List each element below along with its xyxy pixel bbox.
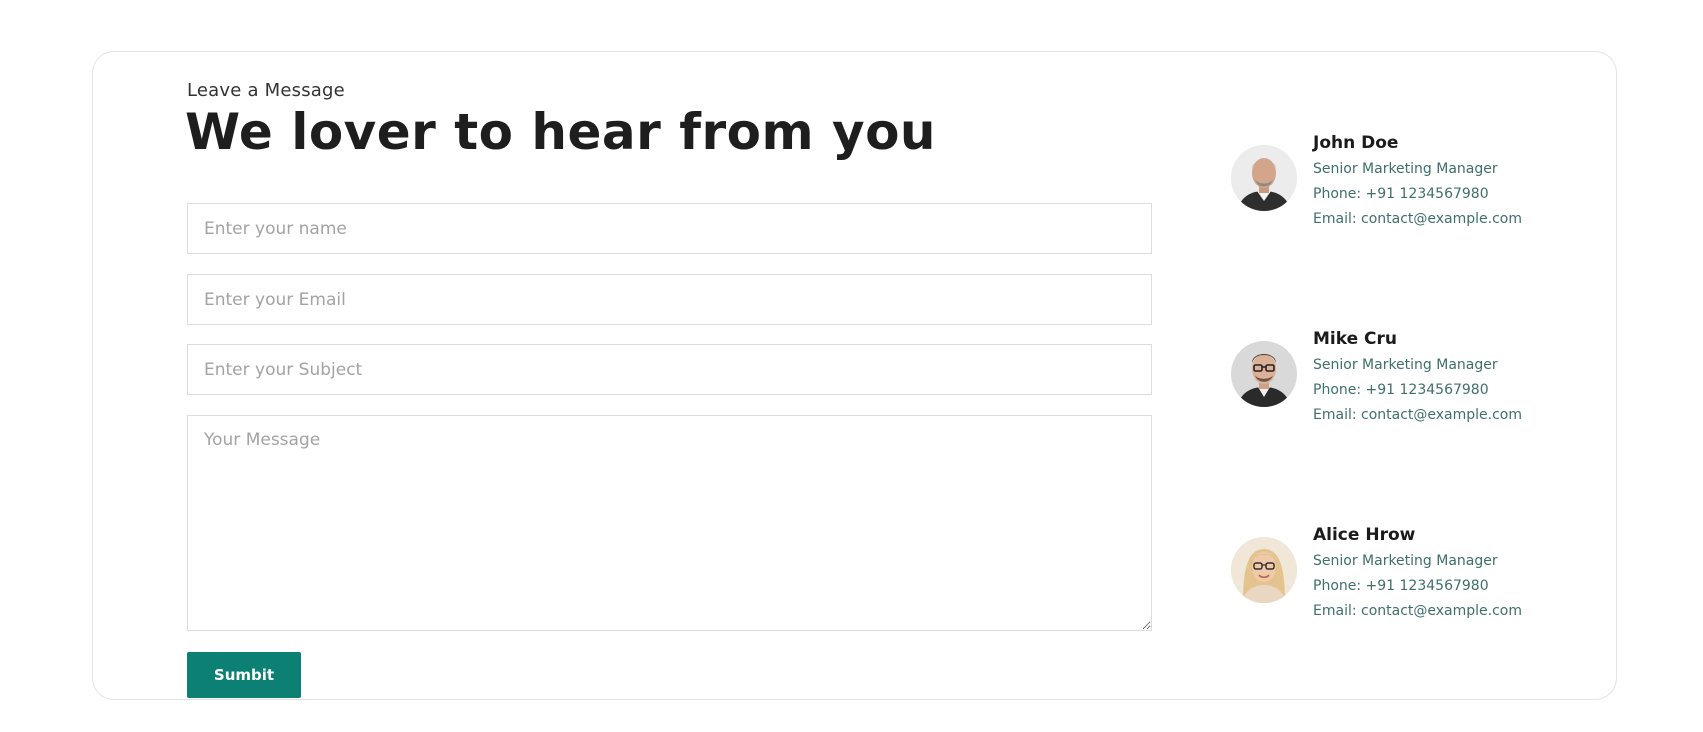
contact-role: Senior Marketing Manager (1313, 357, 1498, 373)
contact-info: Mike Cru Senior Marketing Manager Phone:… (1313, 328, 1522, 428)
email-input[interactable] (187, 274, 1152, 325)
message-form: Leave a Message We lover to hear from yo… (185, 80, 1152, 698)
person-portrait-icon (1231, 341, 1297, 407)
contact-name: John Doe (1313, 133, 1399, 153)
contact-email: Email: contact@example.com (1313, 407, 1523, 423)
contact-phone: Phone: +91 1234567980 (1313, 578, 1489, 594)
avatar (1231, 537, 1297, 603)
contact-item: John Doe Senior Marketing Manager Phone:… (1231, 132, 1591, 227)
avatar (1231, 145, 1297, 211)
contact-info: Alice Hrow Senior Marketing Manager Phon… (1313, 524, 1522, 624)
contact-phone: Phone: +91 1234567980 (1313, 382, 1489, 398)
contact-item: Alice Hrow Senior Marketing Manager Phon… (1231, 524, 1591, 619)
avatar (1231, 341, 1297, 407)
person-portrait-icon (1231, 145, 1297, 211)
contact-name: Mike Cru (1313, 329, 1398, 349)
subject-input[interactable] (187, 344, 1152, 395)
contact-email: Email: contact@example.com (1313, 603, 1523, 619)
contact-card: Leave a Message We lover to hear from yo… (92, 51, 1617, 700)
contact-info: John Doe Senior Marketing Manager Phone:… (1313, 132, 1522, 232)
message-textarea[interactable] (187, 415, 1152, 631)
form-eyebrow: Leave a Message (187, 80, 345, 101)
contact-name: Alice Hrow (1313, 525, 1416, 545)
page-title: We lover to hear from you (185, 103, 937, 161)
person-portrait-icon (1231, 537, 1297, 603)
contact-item: Mike Cru Senior Marketing Manager Phone:… (1231, 328, 1591, 423)
contact-role: Senior Marketing Manager (1313, 161, 1498, 177)
contact-role: Senior Marketing Manager (1313, 553, 1498, 569)
contact-phone: Phone: +91 1234567980 (1313, 186, 1489, 202)
submit-button[interactable]: Sumbit (187, 652, 301, 698)
contact-email: Email: contact@example.com (1313, 211, 1523, 227)
name-input[interactable] (187, 203, 1152, 254)
